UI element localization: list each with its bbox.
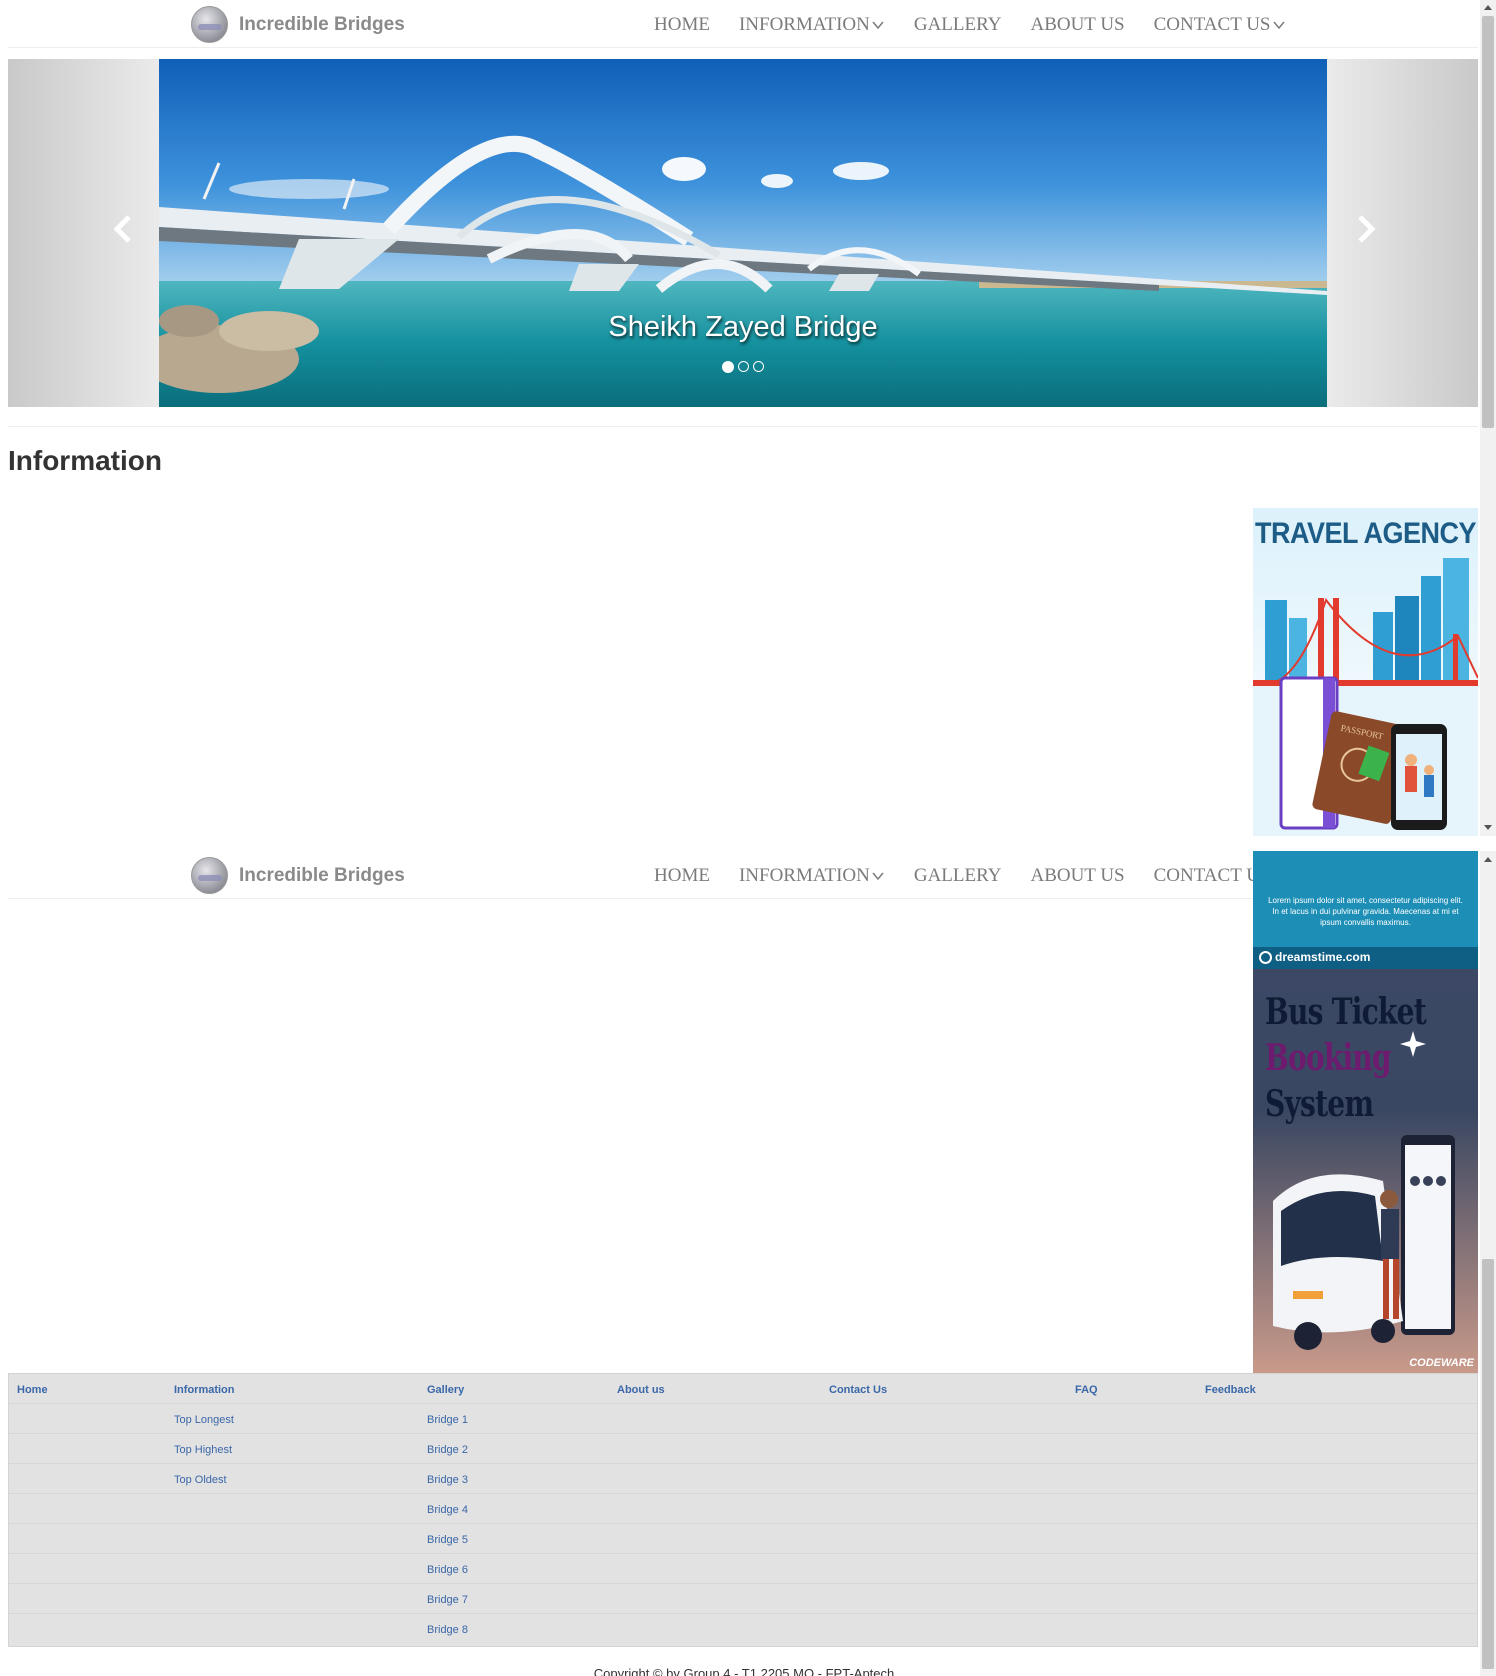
footer-link-top-oldest[interactable]: Top Oldest [174, 1474, 227, 1486]
nav-home[interactable]: HOME [654, 865, 710, 887]
ad-brand-logo: CODEWARE [1409, 1357, 1474, 1369]
nav-information[interactable]: INFORMATION [739, 865, 885, 887]
top-navbar: Incredible Bridges HOME INFORMATION GALL… [8, 0, 1478, 48]
footer-row: Top Highest Bridge 2 [9, 1434, 1477, 1464]
footer-link-information[interactable]: Information [174, 1384, 235, 1396]
hero-carousel: Sheikh Zayed Bridge [8, 59, 1478, 407]
footer-header-row: Home Information Gallery About us Contac… [9, 1374, 1477, 1404]
footer-link-bridge-4[interactable]: Bridge 4 [427, 1504, 468, 1516]
scroll-up-icon[interactable] [1484, 5, 1492, 10]
nav-about-us[interactable]: ABOUT US [1030, 14, 1124, 36]
footer-row: Top Oldest Bridge 3 [9, 1464, 1477, 1494]
footer-row: Bridge 4 [9, 1494, 1477, 1524]
nav-home[interactable]: HOME [654, 14, 710, 36]
scroll-thumb[interactable] [1482, 1259, 1494, 1669]
chevron-down-icon [872, 872, 884, 881]
chevron-left-icon[interactable] [108, 211, 138, 247]
nav-gallery[interactable]: GALLERY [914, 14, 1002, 36]
brand-name[interactable]: Incredible Bridges [239, 865, 405, 887]
bridge-photo [159, 59, 1327, 407]
site-logo[interactable] [191, 6, 228, 43]
footer-link-feedback[interactable]: Feedback [1205, 1384, 1256, 1396]
chevron-down-icon [872, 21, 884, 30]
footer-row: Bridge 8 [9, 1614, 1477, 1644]
footer-link-bridge-2[interactable]: Bridge 2 [427, 1444, 468, 1456]
footer-link-top-highest[interactable]: Top Highest [174, 1444, 232, 1456]
carousel-indicator-3[interactable] [753, 361, 764, 372]
chevron-right-icon[interactable] [1351, 211, 1381, 247]
copyright-text: Copyright © by Group 4 - T1.2205.MO - FP… [593, 1666, 895, 1676]
footer-link-bridge-6[interactable]: Bridge 6 [427, 1564, 468, 1576]
footer-link-faq[interactable]: FAQ [1075, 1384, 1098, 1396]
site-logo[interactable] [191, 857, 228, 894]
footer-row: Bridge 5 [9, 1524, 1477, 1554]
brand-name[interactable]: Incredible Bridges [239, 14, 405, 36]
section-divider [8, 426, 1478, 427]
page-scrollbar[interactable] [1480, 851, 1496, 1676]
footer-row: Bridge 6 [9, 1554, 1477, 1584]
footer-link-bridge-8[interactable]: Bridge 8 [427, 1624, 468, 1636]
footer-link-bridge-3[interactable]: Bridge 3 [427, 1474, 468, 1486]
page-scrollbar[interactable] [1480, 0, 1496, 836]
footer-link-bridge-5[interactable]: Bridge 5 [427, 1534, 468, 1546]
scroll-thumb[interactable] [1482, 16, 1494, 428]
main-nav: HOME INFORMATION GALLERY ABOUT US CONTAC… [654, 14, 1315, 36]
footer-link-top-longest[interactable]: Top Longest [174, 1414, 234, 1426]
footer-link-bridge-7[interactable]: Bridge 7 [427, 1594, 468, 1606]
carousel-indicator-2[interactable] [738, 361, 749, 372]
footer-link-contact-us[interactable]: Contact Us [829, 1384, 887, 1396]
section-title: Information [8, 445, 162, 476]
carousel-slide: Sheikh Zayed Bridge [159, 59, 1327, 407]
footer-link-bridge-1[interactable]: Bridge 1 [427, 1414, 468, 1426]
chevron-down-icon [1272, 21, 1285, 30]
carousel-indicator-1[interactable] [722, 361, 734, 373]
scroll-up-icon[interactable] [1484, 857, 1492, 862]
nav-contact-us[interactable]: CONTACT US [1154, 14, 1286, 36]
footer-link-gallery[interactable]: Gallery [427, 1384, 464, 1396]
footer-sitemap: Home Information Gallery About us Contac… [8, 1373, 1478, 1647]
nav-information[interactable]: INFORMATION [739, 14, 885, 36]
brand[interactable]: Incredible Bridges [191, 6, 405, 43]
travel-agency-ad[interactable]: TRAVEL AGENCY PASSPORT [1253, 508, 1478, 836]
carousel-indicators [159, 361, 1327, 373]
footer-link-about-us[interactable]: About us [617, 1384, 665, 1396]
scroll-down-icon[interactable] [1484, 825, 1492, 830]
brand[interactable]: Incredible Bridges [191, 857, 405, 894]
carousel-caption: Sheikh Zayed Bridge [608, 311, 878, 343]
travel-illustration: PASSPORT [1253, 558, 1478, 836]
footer-row: Top Longest Bridge 1 [9, 1404, 1477, 1434]
footer-row: Bridge 7 [9, 1584, 1477, 1614]
nav-about-us[interactable]: ABOUT US [1030, 865, 1124, 887]
bus-ticket-ad[interactable]: Lorem ipsum dolor sit amet, consectetur … [1253, 851, 1478, 1373]
footer-link-home[interactable]: Home [17, 1384, 48, 1396]
main-nav: HOME INFORMATION GALLERY ABOUT US CONTAC… [654, 865, 1315, 887]
nav-gallery[interactable]: GALLERY [914, 865, 1002, 887]
bus-illustration [1273, 1031, 1455, 1350]
